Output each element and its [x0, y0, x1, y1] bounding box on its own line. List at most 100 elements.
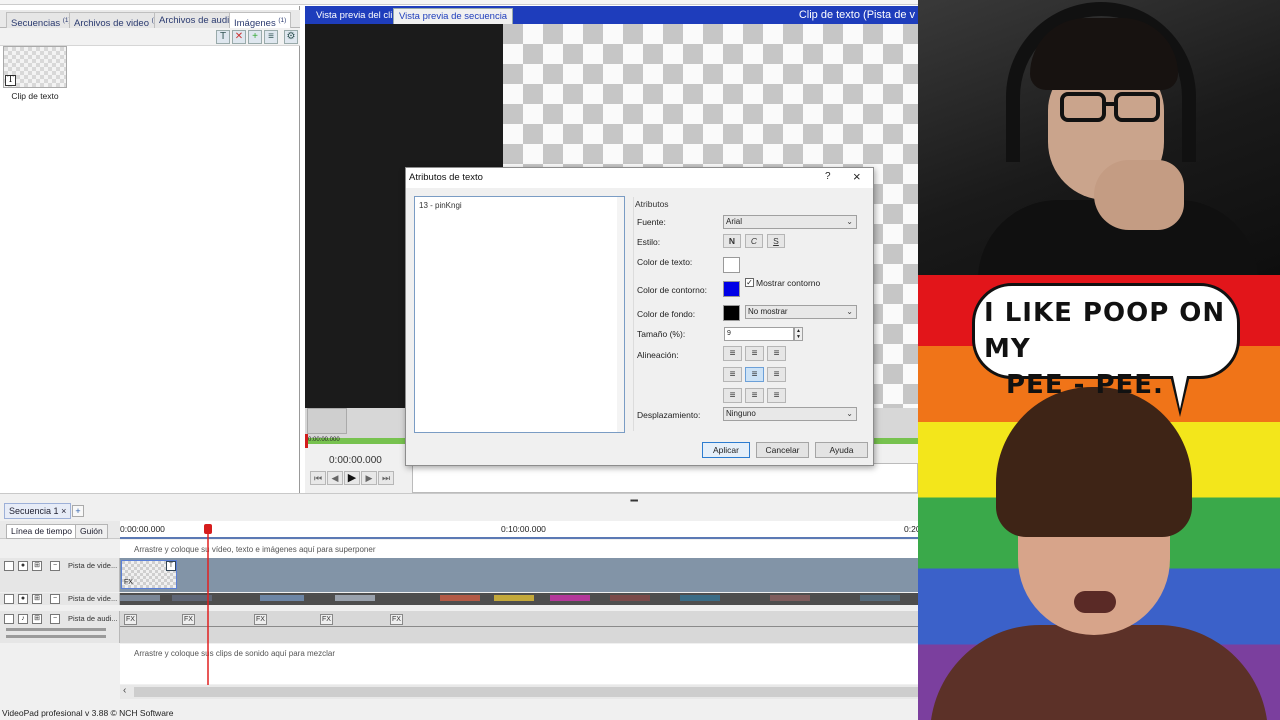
video-lane[interactable]: FX T: [120, 558, 918, 592]
filmstrip-lane[interactable]: [120, 593, 918, 605]
italic-button[interactable]: C: [745, 234, 763, 248]
film-frame: [680, 595, 720, 601]
tab-sequence-preview[interactable]: Vista previa de secuencia: [393, 8, 514, 24]
playhead-handle[interactable]: [204, 524, 212, 534]
top-toolbar: [0, 0, 918, 5]
add-file-icon[interactable]: +: [248, 30, 262, 44]
step-forward-icon[interactable]: ▶: [361, 471, 377, 485]
help-icon[interactable]: ?: [825, 171, 831, 182]
lock-icon[interactable]: ⊞: [32, 594, 42, 604]
background-color-swatch[interactable]: [723, 305, 740, 321]
close-icon[interactable]: ×: [61, 506, 66, 516]
collapse-icon[interactable]: −: [50, 561, 60, 571]
chevron-down-icon: ⌄: [846, 217, 853, 226]
video-track-1: ● ⊞ − Pista de vide... FX T: [0, 558, 918, 592]
pan-slider[interactable]: [6, 635, 106, 638]
tab-images[interactable]: Imágenes (1): [229, 12, 292, 29]
track-header: ● ⊞ − Pista de vide...: [0, 558, 120, 592]
close-icon[interactable]: ×: [853, 169, 861, 184]
font-select[interactable]: Arial ⌄: [723, 215, 857, 229]
alignment-label: Alineación:: [637, 350, 679, 360]
add-sequence-button[interactable]: +: [72, 505, 84, 517]
tab-video-files[interactable]: Archivos de video (1): [69, 12, 165, 29]
text-color-swatch[interactable]: [723, 257, 740, 273]
audio-lane[interactable]: FX FX FX FX FX: [120, 611, 918, 643]
align-bottom-left-button[interactable]: ≡: [723, 388, 742, 403]
timeline-scrollbar[interactable]: ‹: [120, 685, 918, 699]
play-icon[interactable]: ▶: [344, 471, 360, 485]
background-color-label: Color de fondo:: [637, 309, 696, 319]
remove-icon[interactable]: ✕: [232, 30, 246, 44]
size-input[interactable]: 9: [724, 327, 794, 341]
fx-chip[interactable]: FX: [390, 614, 403, 625]
text-clip[interactable]: FX T: [121, 560, 177, 589]
fx-chip[interactable]: FX: [320, 614, 333, 625]
preview-info-box: [412, 463, 918, 493]
tab-sequence-1[interactable]: Secuencia 1 ×: [4, 503, 72, 519]
tab-clip-preview[interactable]: Vista previa del clip: [311, 8, 403, 24]
text-clip-icon: T: [166, 561, 176, 571]
preview-timecode: 0:00:00.000: [329, 455, 382, 466]
go-end-icon[interactable]: ⏭: [378, 471, 394, 485]
status-bar: VideoPad profesional v 3.88 © NCH Softwa…: [0, 706, 918, 720]
background-select[interactable]: No mostrar ⌄: [745, 305, 857, 319]
tab-audio-files[interactable]: Archivos de audio: [154, 12, 240, 28]
align-top-left-button[interactable]: ≡: [723, 346, 742, 361]
text-content-field[interactable]: 13 - pinKngi: [414, 196, 625, 433]
apply-button[interactable]: Aplicar: [702, 442, 750, 458]
panel-resize-handle[interactable]: ▪▪▪▪: [630, 496, 638, 505]
speaker-icon[interactable]: ♪: [18, 614, 28, 624]
add-text-icon[interactable]: T: [216, 30, 230, 44]
chevron-left-icon[interactable]: ‹: [123, 685, 126, 696]
outline-color-swatch[interactable]: [723, 281, 740, 297]
help-button[interactable]: Ayuda: [815, 442, 868, 458]
align-top-center-button[interactable]: ≡: [745, 346, 764, 361]
align-middle-right-button[interactable]: ≡: [767, 367, 786, 382]
scrollbar-thumb[interactable]: [134, 687, 918, 697]
step-back-icon[interactable]: ◀: [327, 471, 343, 485]
text-content-scrollbar[interactable]: [617, 197, 624, 432]
go-start-icon[interactable]: ⏮: [310, 471, 326, 485]
text-clip-thumbnail[interactable]: T: [3, 46, 67, 88]
lock-icon[interactable]: ⊞: [32, 614, 42, 624]
scroll-select[interactable]: Ninguno ⌄: [723, 407, 857, 421]
settings-icon[interactable]: ⚙: [284, 30, 298, 44]
overlay-drop-zone[interactable]: Arrastre y coloque su vídeo, texto e imá…: [120, 540, 918, 558]
fx-chip[interactable]: FX: [182, 614, 195, 625]
align-bottom-center-button[interactable]: ≡: [745, 388, 764, 403]
cancel-button[interactable]: Cancelar: [756, 442, 809, 458]
align-top-right-button[interactable]: ≡: [767, 346, 786, 361]
tab-storyboard-view[interactable]: Guión: [75, 524, 108, 539]
film-frame: [494, 595, 534, 601]
lock-icon[interactable]: ⊞: [32, 561, 42, 571]
size-label: Tamaño (%):: [637, 329, 686, 339]
track-select-icon[interactable]: [4, 561, 14, 571]
media-bin-tabs: Secuencias (1) Archivos de video (1) Arc…: [0, 10, 300, 29]
align-middle-center-button[interactable]: ≡: [745, 367, 764, 382]
tab-sequences[interactable]: Secuencias (1): [6, 12, 76, 29]
background-select-value: No mostrar: [748, 307, 788, 316]
eye-icon[interactable]: ●: [18, 561, 28, 571]
audio-drop-zone[interactable]: Arrastre y coloque sus clips de sonido a…: [120, 644, 918, 684]
show-outline-checkbox[interactable]: ✓: [745, 278, 754, 287]
playhead-line[interactable]: [207, 524, 209, 694]
size-spinner[interactable]: ▲ ▼: [794, 327, 803, 341]
track-select-icon[interactable]: [4, 594, 14, 604]
fx-chip[interactable]: FX: [124, 614, 137, 625]
track-select-icon[interactable]: [4, 614, 14, 624]
fx-label[interactable]: FX: [124, 579, 133, 586]
tab-timeline-view[interactable]: Línea de tiempo: [6, 524, 77, 539]
underline-button[interactable]: S: [767, 234, 785, 248]
collapse-icon[interactable]: −: [50, 614, 60, 624]
bold-button[interactable]: N: [723, 234, 741, 248]
collapse-icon[interactable]: −: [50, 594, 60, 604]
volume-slider[interactable]: [6, 628, 106, 631]
align-middle-left-button[interactable]: ≡: [723, 367, 742, 382]
film-frame: [440, 595, 480, 601]
list-view-icon[interactable]: ≡: [264, 30, 278, 44]
eye-icon[interactable]: ●: [18, 594, 28, 604]
align-bottom-right-button[interactable]: ≡: [767, 388, 786, 403]
fx-chip[interactable]: FX: [254, 614, 267, 625]
timeline-panel: ▪▪▪▪ Secuencia 1 × + Línea de tiempo Gui…: [0, 493, 921, 720]
timeline-ruler[interactable]: 0:00:00.000 0:10:00.000 0:20: [120, 521, 921, 539]
